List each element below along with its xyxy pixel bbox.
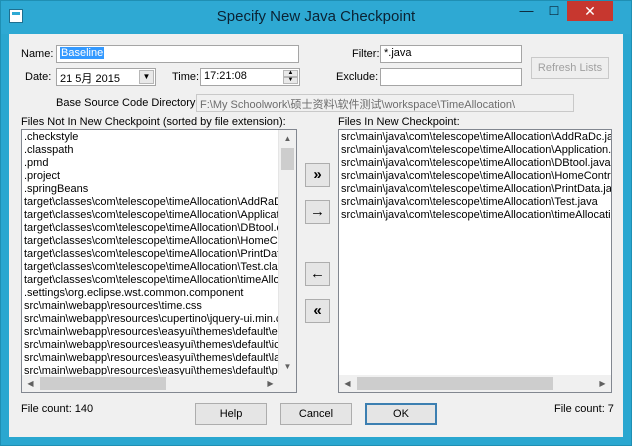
scroll-corner (279, 375, 296, 392)
list-item[interactable]: src\main\webapp\resources\cupertino\jque… (22, 313, 280, 326)
add-all-button[interactable]: » (305, 163, 330, 187)
left-vertical-scrollbar[interactable]: ▲ ▼ (278, 130, 296, 375)
dialog-client-area: Name: Baseline Filter: *.java Date: 21 5… (9, 34, 623, 437)
list-item[interactable]: src\main\java\com\telescope\timeAllocati… (339, 183, 611, 196)
name-label: Name: (21, 48, 54, 60)
list-item[interactable]: .checkstyle (22, 131, 280, 144)
list-item[interactable]: src\main\java\com\telescope\timeAllocati… (339, 209, 611, 222)
close-button[interactable]: ✕ (567, 1, 613, 21)
list-item[interactable]: target\classes\com\telescope\timeAllocat… (22, 274, 280, 287)
date-value: 21 5月 2015 (60, 73, 120, 85)
scroll-right-icon[interactable]: ▶ (594, 375, 611, 392)
right-horizontal-scrollbar[interactable]: ◀ ▶ (339, 375, 611, 392)
title-bar[interactable]: Specify New Java Checkpoint — ☐ ✕ (1, 1, 631, 34)
remove-all-button[interactable]: « (305, 299, 330, 323)
name-input[interactable]: Baseline (56, 45, 299, 63)
double-arrow-left-icon: « (313, 302, 322, 319)
ok-button[interactable]: OK (365, 403, 437, 425)
scroll-left-icon[interactable]: ◀ (22, 375, 39, 392)
name-value: Baseline (60, 47, 105, 59)
dialog-window: Specify New Java Checkpoint — ☐ ✕ Name: … (0, 0, 632, 446)
time-label: Time: (172, 71, 200, 83)
list-item[interactable]: target\classes\com\telescope\timeAllocat… (22, 248, 280, 261)
cancel-button-label: Cancel (298, 408, 334, 420)
list-item[interactable]: target\classes\com\telescope\timeAllocat… (22, 222, 280, 235)
exclude-label: Exclude: (336, 71, 379, 83)
list-item[interactable]: src\main\java\com\telescope\timeAllocati… (339, 170, 611, 183)
help-button[interactable]: Help (195, 403, 267, 425)
left-horizontal-scrollbar[interactable]: ◀ ▶ (22, 375, 279, 392)
base-dir-label: Base Source Code Directory: (56, 97, 199, 109)
exclude-input[interactable] (380, 68, 522, 86)
scroll-down-icon[interactable]: ▼ (279, 358, 296, 375)
scroll-left-icon[interactable]: ◀ (339, 375, 356, 392)
arrow-left-icon: ← (310, 265, 325, 282)
left-list-header: Files Not In New Checkpoint (sorted by f… (21, 116, 286, 128)
help-button-label: Help (219, 408, 243, 420)
refresh-lists-label: Refresh Lists (537, 62, 603, 74)
list-item[interactable]: .settings\org.eclipse.wst.common.compone… (22, 287, 280, 300)
scroll-up-icon[interactable]: ▲ (279, 130, 296, 147)
right-hscroll-thumb[interactable] (357, 377, 553, 390)
list-item[interactable]: src\main\webapp\resources\easyui\themes\… (22, 352, 280, 365)
list-item[interactable]: target\classes\com\telescope\timeAllocat… (22, 235, 280, 248)
list-item[interactable]: target\classes\com\telescope\timeAllocat… (22, 196, 280, 209)
scroll-right-icon[interactable]: ▶ (262, 375, 279, 392)
list-item[interactable]: src\main\java\com\telescope\timeAllocati… (339, 196, 611, 209)
right-list-rows: src\main\java\com\telescope\timeAllocati… (339, 131, 611, 222)
maximize-button[interactable]: ☐ (541, 1, 567, 21)
time-value: 17:21:08 (204, 70, 247, 82)
add-selected-button[interactable]: → (305, 200, 330, 224)
right-file-count: File count: 7 (554, 403, 614, 415)
remove-selected-button[interactable]: ← (305, 262, 330, 286)
date-label: Date: (25, 71, 52, 83)
list-item[interactable]: src\main\webapp\resources\easyui\themes\… (22, 326, 280, 339)
list-item[interactable]: target\classes\com\telescope\timeAllocat… (22, 209, 280, 222)
list-item[interactable]: src\main\java\com\telescope\timeAllocati… (339, 144, 611, 157)
chevron-down-icon[interactable]: ▼ (139, 70, 154, 84)
list-item[interactable]: .classpath (22, 144, 280, 157)
ok-button-label: OK (393, 408, 409, 420)
base-dir-field: F:\My Schoolwork\硕士资料\软件测试\workspace\Tim… (196, 94, 574, 112)
left-vscroll-thumb[interactable] (281, 148, 294, 170)
list-item[interactable]: src\main\webapp\resources\easyui\themes\… (22, 339, 280, 352)
list-item[interactable]: .project (22, 170, 280, 183)
list-item[interactable]: target\classes\com\telescope\timeAllocat… (22, 261, 280, 274)
list-item[interactable]: src\main\java\com\telescope\timeAllocati… (339, 157, 611, 170)
list-item[interactable]: src\main\java\com\telescope\timeAllocati… (339, 131, 611, 144)
spin-up-icon[interactable]: ▲ (283, 70, 298, 77)
left-hscroll-thumb[interactable] (40, 377, 166, 390)
list-item[interactable]: src\main\webapp\resources\time.css (22, 300, 280, 313)
date-picker[interactable]: 21 5月 2015 ▼ (56, 68, 156, 86)
list-item[interactable]: .pmd (22, 157, 280, 170)
refresh-lists-button[interactable]: Refresh Lists (531, 57, 609, 79)
left-file-count: File count: 140 (21, 403, 94, 415)
arrow-right-icon: → (310, 203, 325, 220)
cancel-button[interactable]: Cancel (280, 403, 352, 425)
left-list-rows: .checkstyle .classpath .pmd .project .spring… (22, 131, 280, 378)
files-in-checkpoint-list[interactable]: src\main\java\com\telescope\timeAllocati… (338, 129, 612, 393)
double-arrow-right-icon: » (313, 166, 322, 183)
filter-input[interactable]: *.java (380, 45, 522, 63)
right-list-header: Files In New Checkpoint: (338, 116, 460, 128)
minimize-button[interactable]: — (513, 1, 540, 21)
spin-down-icon[interactable]: ▼ (283, 77, 298, 84)
list-item[interactable]: .springBeans (22, 183, 280, 196)
time-input[interactable]: 17:21:08 ▲ ▼ (200, 68, 300, 86)
filter-label: Filter: (352, 48, 380, 60)
files-not-in-checkpoint-list[interactable]: .checkstyle .classpath .pmd .project .spring… (21, 129, 297, 393)
